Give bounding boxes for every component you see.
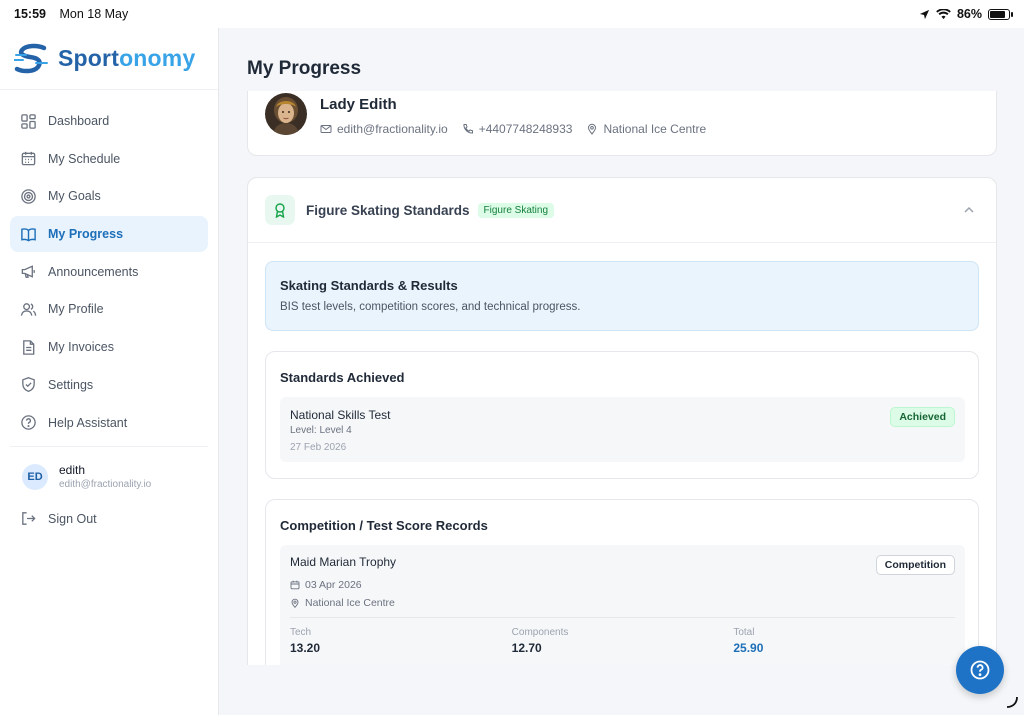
- brand-logo[interactable]: Sportonomy: [0, 28, 218, 90]
- sidebar-item-schedule[interactable]: My Schedule: [10, 141, 208, 177]
- help-circle-icon: [21, 415, 36, 430]
- section-title: Standards Achieved: [280, 370, 405, 385]
- score-tech: Tech 13.20: [290, 627, 321, 655]
- sidebar-item-label: Dashboard: [48, 114, 110, 128]
- profile-meta: edith@fractionality.io +4407748248933 Na…: [320, 122, 706, 136]
- battery-percent: 86%: [956, 7, 982, 21]
- info-subtitle: BIS test levels, competition scores, and…: [280, 301, 581, 313]
- list-item: Maid Marian Trophy Competition 03 Apr 20…: [280, 545, 965, 665]
- location-arrow-icon: [919, 9, 930, 19]
- help-assistant-button[interactable]: [956, 646, 1004, 694]
- sign-out-button[interactable]: Sign Out: [10, 501, 208, 537]
- sport-tag: Figure Skating: [477, 202, 555, 218]
- book-icon: [21, 227, 36, 242]
- standards-accordion: Figure Skating Standards Figure Skating …: [247, 177, 997, 665]
- main-content: My Progress Lady Edith edith@fractionali…: [220, 28, 1024, 715]
- sportonomy-logo-icon: [14, 43, 48, 73]
- status-bar: 15:59 Mon 18 May 86%: [0, 0, 1024, 28]
- wifi-icon: [936, 8, 951, 19]
- phone-icon: [463, 124, 473, 134]
- sign-out-label: Sign Out: [48, 511, 97, 526]
- mail-icon: [320, 125, 332, 133]
- standard-level: Level: Level 4: [290, 425, 352, 436]
- sidebar: Sportonomy Dashboard My Schedule My Goal…: [0, 28, 219, 715]
- sidebar-item-profile[interactable]: My Profile: [10, 291, 208, 327]
- record-location: National Ice Centre: [290, 597, 955, 609]
- sidebar-item-label: My Invoices: [48, 340, 114, 355]
- scroll-area[interactable]: Lady Edith edith@fractionality.io +44077…: [247, 91, 997, 665]
- record-name: Maid Marian Trophy: [290, 555, 397, 569]
- page-title: My Progress: [247, 58, 362, 79]
- sidebar-item-label: Help Assistant: [48, 415, 128, 430]
- sidebar-item-announcements[interactable]: Announcements: [10, 254, 208, 290]
- sidebar-item-progress[interactable]: My Progress: [10, 216, 208, 253]
- map-pin-icon: [291, 598, 299, 608]
- sidebar-item-invoices[interactable]: My Invoices: [10, 329, 208, 365]
- users-icon: [20, 303, 37, 316]
- score-total: Total 25.90: [733, 627, 764, 655]
- brand-name: Sportonomy: [58, 45, 196, 71]
- resize-handle-icon: [1006, 696, 1018, 708]
- sidebar-item-label: My Profile: [48, 302, 104, 317]
- shield-icon: [22, 377, 35, 393]
- calendar-icon: [290, 580, 300, 590]
- score-breakdown: Tech 13.20 Components 12.70 Total 25.90: [290, 627, 955, 655]
- standard-name: National Skills Test: [290, 408, 391, 422]
- sidebar-item-settings[interactable]: Settings: [10, 367, 208, 403]
- calendar-icon: [21, 152, 36, 166]
- sidebar-item-label: My Progress: [48, 227, 124, 242]
- profile-location: National Ice Centre: [586, 122, 706, 136]
- status-badge: Achieved: [890, 407, 955, 427]
- section-title: Competition / Test Score Records: [280, 518, 488, 533]
- sidebar-item-label: My Goals: [48, 189, 101, 204]
- sidebar-nav: Dashboard My Schedule My Goals My Progre…: [0, 90, 218, 441]
- sidebar-item-label: Announcements: [48, 264, 139, 279]
- info-banner: Skating Standards & Results BIS test lev…: [265, 261, 979, 331]
- standards-accordion-header[interactable]: Figure Skating Standards Figure Skating: [248, 178, 996, 243]
- avatar: ED: [22, 463, 48, 490]
- user-name: edith: [59, 463, 86, 477]
- sidebar-item-label: My Schedule: [48, 151, 121, 166]
- standards-achieved-card: Standards Achieved National Skills Test …: [265, 351, 979, 479]
- profile-name: Lady Edith: [320, 96, 397, 113]
- record-date: 03 Apr 2026: [290, 579, 955, 591]
- chevron-up-icon[interactable]: [962, 203, 976, 217]
- award-icon: [265, 195, 295, 225]
- sidebar-item-goals[interactable]: My Goals: [10, 178, 208, 214]
- sidebar-item-label: Settings: [48, 377, 94, 392]
- sign-out-icon: [22, 512, 36, 525]
- help-circle-icon: [970, 660, 990, 680]
- profile-card: Lady Edith edith@fractionality.io +44077…: [247, 91, 997, 156]
- battery-icon: [988, 8, 1013, 20]
- score-records-card: Competition / Test Score Records Maid Ma…: [265, 499, 979, 665]
- profile-photo: [265, 93, 307, 135]
- map-pin-icon: [588, 123, 597, 135]
- profile-email[interactable]: edith@fractionality.io: [320, 122, 448, 136]
- standard-date: 27 Feb 2026: [290, 442, 347, 453]
- profile-phone[interactable]: +4407748248933: [462, 122, 572, 136]
- list-item: National Skills Test Level: Level 4 27 F…: [280, 397, 965, 462]
- score-components: Components 12.70: [511, 627, 569, 655]
- record-type-badge: Competition: [875, 555, 955, 575]
- sidebar-item-dashboard[interactable]: Dashboard: [10, 103, 208, 139]
- status-date: Mon 18 May: [59, 7, 129, 21]
- target-icon: [21, 189, 36, 204]
- sidebar-divider: [10, 445, 208, 447]
- user-email: edith@fractionality.io: [59, 479, 152, 490]
- divider: [290, 617, 955, 618]
- dashboard-icon: [21, 113, 36, 129]
- standards-title: Figure Skating Standards: [306, 202, 470, 218]
- document-icon: [23, 339, 35, 355]
- status-time: 15:59: [14, 7, 46, 21]
- info-title: Skating Standards & Results: [280, 278, 458, 293]
- user-account[interactable]: ED edith edith@fractionality.io: [0, 455, 218, 499]
- sidebar-item-help-assistant[interactable]: Help Assistant: [10, 405, 208, 441]
- megaphone-icon: [21, 265, 35, 279]
